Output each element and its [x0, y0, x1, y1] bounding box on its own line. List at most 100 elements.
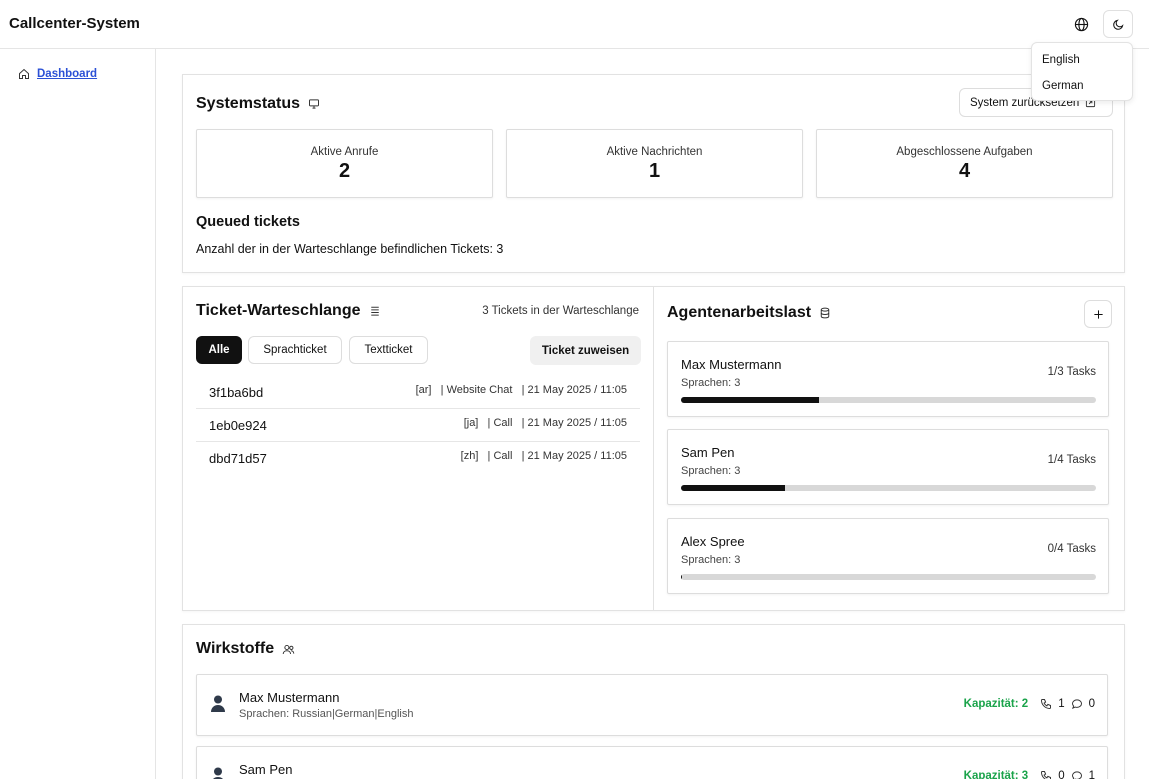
ticket-meta: [ar] | Website Chat | 21 May 2025 / 11:0… — [416, 384, 627, 396]
agent-workload-item: Alex Spree Sprachen: 3 0/4 Tasks — [667, 518, 1109, 594]
ticket-date: | 21 May 2025 / 11:05 — [521, 384, 627, 396]
agent-call-count: 1 — [1058, 698, 1065, 710]
ticket-meta: [ja] | Call | 21 May 2025 / 11:05 — [464, 417, 627, 429]
ticket-id: dbd71d57 — [209, 451, 267, 466]
stat-value: 1 — [648, 160, 661, 182]
sidebar: Dashboard — [0, 49, 156, 779]
language-option-english[interactable]: English — [1032, 47, 1132, 73]
users-icon — [282, 644, 295, 654]
stat-completed-tasks: Abgeschlossene Aufgaben 4 — [816, 129, 1113, 198]
divider — [653, 287, 654, 610]
agent-capacity: Kapazität: 2 — [963, 698, 1029, 710]
system-status-title: Systemstatus — [196, 95, 301, 112]
language-option-german[interactable]: German — [1032, 73, 1132, 99]
chat-bubble-icon — [1071, 699, 1082, 710]
globe-icon — [1074, 17, 1088, 31]
workload-bar — [681, 574, 1096, 580]
agent-call-count: 0 — [1058, 770, 1065, 779]
stat-active-calls: Aktive Anrufe 2 — [196, 129, 493, 198]
workload-bar — [681, 485, 1096, 491]
agent-languages: Sprachen: Russian|German|English — [239, 708, 414, 720]
agent-workload-item: Max Mustermann Sprachen: 3 1/3 Tasks — [667, 341, 1109, 417]
assign-ticket-button[interactable]: Ticket zuweisen — [530, 336, 641, 365]
stat-label: Aktive Nachrichten — [606, 146, 703, 158]
agents-title: Wirkstoffe — [196, 640, 275, 657]
agent-languages: Sprachen: 3 — [681, 554, 741, 566]
app-title: Callcenter-System — [9, 15, 140, 32]
language-dropdown: English German — [1031, 42, 1133, 101]
workload-bar-fill — [681, 574, 682, 580]
ticket-channel: | Call — [487, 417, 513, 429]
ticket-meta: [zh] | Call | 21 May 2025 / 11:05 — [461, 450, 627, 462]
workload-bar — [681, 397, 1096, 403]
agent-languages: Sprachen: 3 — [681, 377, 741, 389]
agent-stats: Kapazität: 2 1 0 — [964, 698, 1095, 710]
queue-workload-card: Ticket-Warteschlange 3 Tickets in der Wa… — [182, 286, 1125, 611]
ticket-queue-count: 3 Tickets in der Warteschlange — [482, 305, 639, 317]
agent-tasks: 1/4 Tasks — [1047, 454, 1096, 466]
agent-message-count: 0 — [1088, 698, 1095, 710]
agent-row[interactable]: Sam Pen Kapazität: 3 0 1 — [196, 746, 1108, 779]
list-icon — [370, 306, 379, 316]
workload-bar-fill — [681, 397, 820, 403]
ticket-row[interactable]: 1eb0e924 [ja] | Call | 21 May 2025 / 11:… — [196, 409, 640, 442]
agent-row[interactable]: Max Mustermann Sprachen: Russian|German|… — [196, 674, 1108, 736]
user-avatar-icon — [211, 695, 225, 712]
agent-tasks: 1/3 Tasks — [1047, 366, 1096, 378]
ticket-channel: | Website Chat — [440, 384, 513, 396]
ticket-language: [ar] — [415, 384, 432, 396]
monitor-icon — [309, 99, 320, 109]
ticket-id: 3f1ba6bd — [209, 385, 264, 400]
ticket-language: [ja] — [463, 417, 479, 429]
agents-card: Wirkstoffe Max Mustermann Sprachen: Russ… — [182, 624, 1125, 779]
sidebar-item-label[interactable]: Dashboard — [37, 68, 97, 80]
ticket-row[interactable]: 3f1ba6bd [ar] | Website Chat | 21 May 20… — [196, 376, 640, 409]
add-agent-button[interactable] — [1084, 300, 1112, 328]
agent-workload-heading: Agentenarbeitslast — [667, 304, 831, 322]
home-icon — [19, 68, 29, 79]
sidebar-item-dashboard[interactable]: Dashboard — [18, 68, 97, 80]
system-status-card: Systemstatus System zurücksetzen Aktive … — [182, 74, 1125, 273]
agent-workload-item: Sam Pen Sprachen: 3 1/4 Tasks — [667, 429, 1109, 505]
agents-heading: Wirkstoffe — [196, 640, 295, 658]
ticket-id: 1eb0e924 — [209, 418, 267, 433]
ticket-language: [zh] — [460, 450, 479, 462]
agent-name: Sam Pen — [239, 762, 293, 777]
agent-name: Max Mustermann — [239, 690, 340, 705]
language-button[interactable] — [1070, 13, 1092, 35]
queued-tickets-title: Queued tickets — [196, 214, 300, 230]
ticket-row[interactable]: dbd71d57 [zh] | Call | 21 May 2025 / 11:… — [196, 442, 640, 475]
ticket-date: | 21 May 2025 / 11:05 — [521, 417, 627, 429]
ticket-queue-heading: Ticket-Warteschlange — [196, 302, 381, 320]
plus-icon — [1093, 309, 1103, 319]
agent-tasks: 0/4 Tasks — [1047, 543, 1096, 555]
ticket-queue-title: Ticket-Warteschlange — [196, 302, 361, 319]
top-bar: Callcenter-System — [0, 0, 1149, 49]
stat-value: 2 — [338, 160, 351, 182]
chat-bubble-icon — [1071, 771, 1082, 779]
stat-label: Abgeschlossene Aufgaben — [896, 146, 1033, 158]
queued-tickets-text: Anzahl der in der Warteschlange befindli… — [196, 242, 504, 256]
filter-voice-button[interactable]: Sprachticket — [248, 336, 342, 364]
agent-name: Alex Spree — [681, 534, 745, 549]
stat-active-messages: Aktive Nachrichten 1 — [506, 129, 803, 198]
agent-name: Max Mustermann — [681, 357, 782, 372]
ticket-date: | 21 May 2025 / 11:05 — [521, 450, 627, 462]
agent-workload-title: Agentenarbeitslast — [667, 304, 812, 321]
moon-icon — [1112, 19, 1123, 30]
agent-capacity: Kapazität: 3 — [963, 770, 1029, 779]
phone-icon — [1041, 699, 1052, 709]
agent-message-count: 1 — [1088, 770, 1095, 779]
stat-value: 4 — [958, 160, 971, 182]
user-avatar-icon — [213, 767, 223, 779]
stat-label: Aktive Anrufe — [310, 146, 379, 158]
workload-bar-fill — [681, 485, 785, 491]
phone-icon — [1041, 771, 1052, 779]
agent-name: Sam Pen — [681, 445, 735, 460]
filter-text-button[interactable]: Textticket — [349, 336, 428, 364]
theme-toggle-button[interactable] — [1103, 10, 1133, 38]
agent-languages: Sprachen: 3 — [681, 465, 741, 477]
ticket-channel: | Call — [487, 450, 513, 462]
filter-all-button[interactable]: Alle — [196, 336, 242, 364]
system-status-heading: Systemstatus — [196, 95, 320, 113]
